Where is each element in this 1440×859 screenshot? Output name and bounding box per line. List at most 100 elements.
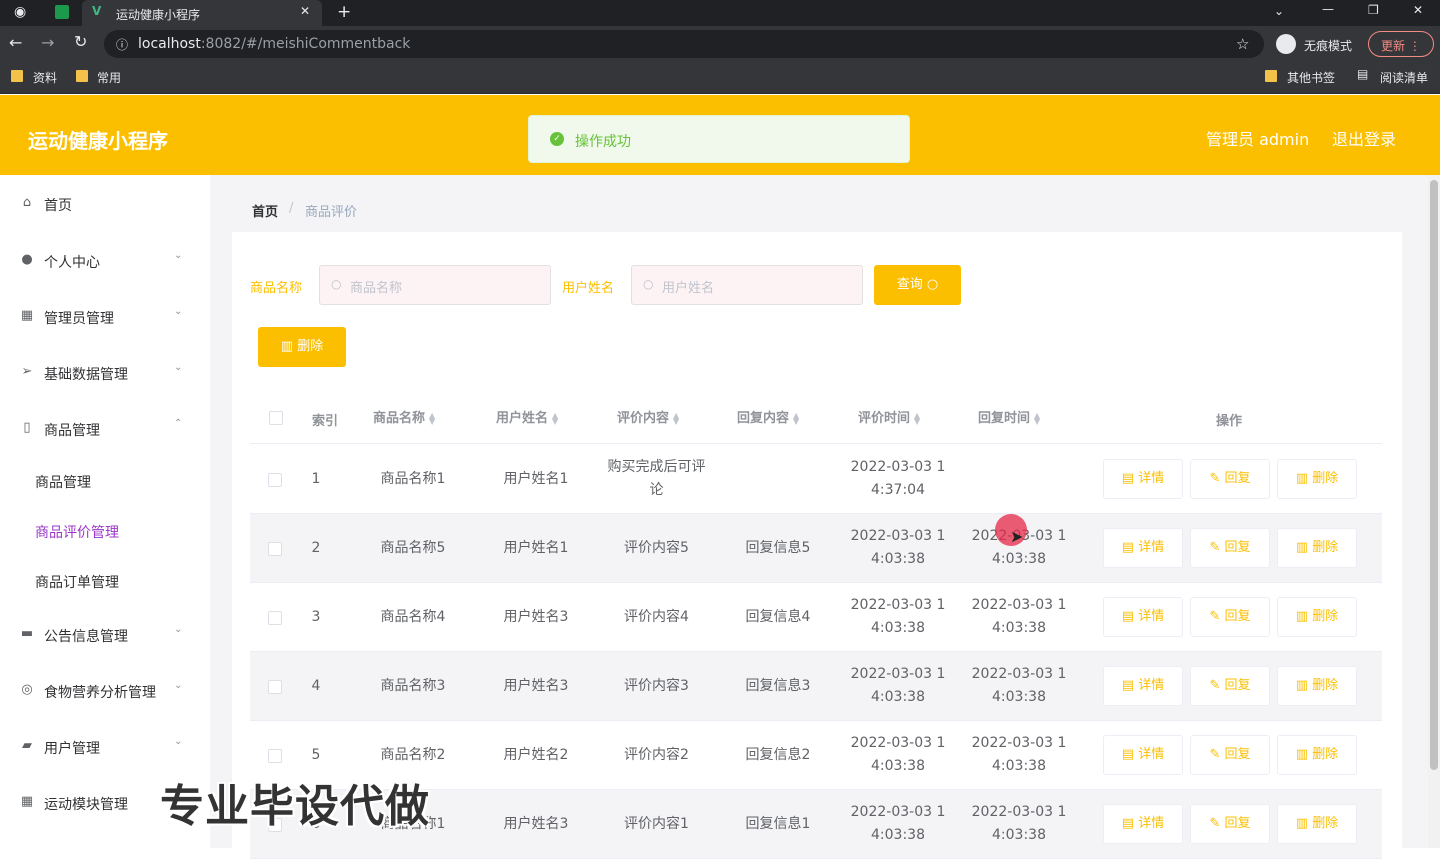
cell-comment: 评价内容2 (624, 747, 689, 763)
col-comment[interactable]: 评价内容 ▲ ▼ (617, 407, 679, 426)
sidebar-item-personal-center[interactable]: ● 个人中心 ⌄ (0, 240, 210, 280)
delete-button[interactable]: ▥ 删除 (1277, 666, 1357, 706)
reply-button-label: 回复 (1224, 816, 1251, 831)
sidebar-subitem-product-orders[interactable]: 商品订单管理 (0, 560, 210, 600)
tab-title: 运动健康小程序 (116, 8, 201, 22)
detail-button[interactable]: ▤ 详情 (1103, 804, 1183, 844)
table-row[interactable]: 1 商品名称1 用户姓名1 购买完成后可评论 2022-03-03 1 4:37:04 ▤ … (250, 445, 1382, 514)
cell-comment: 评价内容4 (624, 609, 689, 625)
cell-user-name: 用户姓名2 (503, 747, 569, 763)
trash-icon: ▥ (280, 339, 294, 354)
browser-tab[interactable]: V 运动健康小程序 ✕ (82, 0, 322, 26)
sidebar-item-basic-data[interactable]: ➢ 基础数据管理 ⌄ (0, 352, 210, 392)
bookmark-reading-list[interactable]: 阅读清单 (1380, 69, 1428, 86)
bulk-delete-button[interactable]: ▥ 删除 (258, 327, 346, 367)
tab-list-icon[interactable]: ⌄ (1274, 4, 1284, 18)
bookmark-changyong[interactable]: 常用 (97, 69, 121, 86)
sort-icon[interactable]: ▲ ▼ (429, 411, 435, 425)
table-row[interactable]: 3 商品名称4 用户姓名3 评价内容4 回复信息4 2022-03-03 1 4:03:38… (250, 583, 1382, 652)
delete-button[interactable]: ▥ 删除 (1277, 528, 1357, 568)
update-button[interactable]: 更新 ⋮ (1368, 31, 1434, 57)
reply-button[interactable]: ✎ 回复 (1190, 528, 1270, 568)
detail-button[interactable]: ▤ 详情 (1103, 528, 1183, 568)
extension-icon[interactable] (55, 5, 69, 19)
breadcrumb-home[interactable]: 首页 (252, 201, 278, 220)
row-checkbox[interactable] (268, 473, 282, 487)
table-row[interactable]: 4 商品名称3 用户姓名3 评价内容3 回复信息3 2022-03-03 1 4:03:38… (250, 652, 1382, 721)
delete-button[interactable]: ▥ 删除 (1277, 459, 1357, 499)
col-user-name[interactable]: 用户姓名 ▲ ▼ (496, 407, 558, 426)
col-reply[interactable]: 回复内容 ▲ ▼ (737, 407, 799, 426)
row-checkbox[interactable] (268, 749, 282, 763)
delete-button-label: 删除 (1312, 747, 1339, 762)
delete-button[interactable]: ▥ 删除 (1277, 804, 1357, 844)
star-icon[interactable]: ☆ (1236, 35, 1249, 53)
col-label: 评价内容 (617, 411, 670, 426)
reply-button[interactable]: ✎ 回复 (1190, 459, 1270, 499)
row-checkbox[interactable] (268, 680, 282, 694)
col-product-name[interactable]: 商品名称 ▲ ▼ (373, 407, 435, 426)
chrome-icon[interactable]: ◉ (14, 4, 26, 20)
logout-link[interactable]: 退出登录 (1332, 126, 1396, 150)
sidebar-item-users[interactable]: ▰ 用户管理 ⌄ (0, 726, 210, 766)
col-index: 索引 (312, 414, 339, 429)
sidebar-item-home[interactable]: ⌂ 首页 (0, 183, 210, 223)
sidebar-subitem-products[interactable]: 商品管理 (0, 460, 210, 500)
edit-icon: ✎ (1209, 471, 1225, 486)
incognito-label[interactable]: 无痕模式 (1304, 37, 1352, 54)
sort-icon[interactable]: ▲ ▼ (1034, 411, 1040, 425)
sort-icon[interactable]: ▲ ▼ (673, 411, 679, 425)
window-close-icon[interactable]: ✕ (1413, 3, 1423, 17)
row-checkbox[interactable] (268, 611, 282, 625)
reply-button[interactable]: ✎ 回复 (1190, 804, 1270, 844)
new-tab-icon[interactable]: + (337, 2, 351, 22)
sidebar-subitem-label: 商品管理 (35, 475, 91, 491)
user-name-input[interactable]: ○ 用户姓名 (631, 265, 863, 305)
sort-icon[interactable]: ▲ ▼ (552, 411, 558, 425)
grid-icon: ▦ (20, 308, 34, 323)
back-icon[interactable]: ← (9, 33, 22, 52)
url-input[interactable]: ⓘ localhost:8082/#/meishiCommentback ☆ (104, 30, 1264, 58)
table-row[interactable]: 2 商品名称5 用户姓名1 评价内容5 回复信息5 2022-03-03 1 4:03:38… (250, 514, 1382, 583)
detail-button[interactable]: ▤ 详情 (1103, 666, 1183, 706)
minimize-icon[interactable]: — (1322, 2, 1334, 16)
bookmark-ziliao[interactable]: 资料 (33, 69, 57, 86)
col-reply-time[interactable]: 回复时间 ▲ ▼ (978, 407, 1040, 426)
sort-icon[interactable]: ▲ ▼ (914, 411, 920, 425)
reply-button[interactable]: ✎ 回复 (1190, 666, 1270, 706)
sidebar-item-nutrition[interactable]: ◎ 食物营养分析管理 ⌄ (0, 670, 210, 710)
sidebar-item-label: 个人中心 (44, 255, 100, 271)
document-icon: ▤ (1121, 816, 1139, 831)
select-all-checkbox[interactable] (269, 411, 283, 425)
sidebar-item-announcements[interactable]: ▬ 公告信息管理 ⌄ (0, 614, 210, 654)
detail-button[interactable]: ▤ 详情 (1103, 459, 1183, 499)
edit-icon: ✎ (1209, 816, 1225, 831)
restore-icon[interactable]: ❐ (1368, 3, 1379, 17)
search-button[interactable]: 查询 ○ (874, 265, 961, 305)
col-comment-time[interactable]: 评价时间 ▲ ▼ (858, 407, 920, 426)
sort-icon[interactable]: ▲ ▼ (793, 411, 799, 425)
sidebar-subitem-label: 商品订单管理 (35, 575, 119, 591)
reply-button[interactable]: ✎ 回复 (1190, 735, 1270, 775)
info-icon[interactable]: ⓘ (116, 36, 128, 53)
detail-button[interactable]: ▤ 详情 (1103, 735, 1183, 775)
row-checkbox[interactable] (268, 542, 282, 556)
edit-icon: ✎ (1209, 609, 1225, 624)
reload-icon[interactable]: ↻ (74, 32, 87, 51)
tab-close-icon[interactable]: ✕ (300, 4, 310, 18)
cell-product-name: 商品名称1 (380, 471, 446, 487)
delete-button[interactable]: ▥ 删除 (1277, 597, 1357, 637)
compass-icon: ◎ (21, 682, 33, 697)
product-name-input[interactable]: ○ 商品名称 (319, 265, 551, 305)
delete-button[interactable]: ▥ 删除 (1277, 735, 1357, 775)
bookmark-other[interactable]: 其他书签 (1287, 69, 1335, 86)
cell-user-name: 用户姓名1 (503, 471, 569, 487)
sidebar-item-product-management[interactable]: ▯ 商品管理 ⌃ (0, 408, 210, 448)
sidebar-subitem-product-reviews[interactable]: 商品评价管理 (0, 510, 210, 550)
trash-icon: ▥ (1295, 816, 1313, 831)
reply-button[interactable]: ✎ 回复 (1190, 597, 1270, 637)
forward-icon[interactable]: → (41, 33, 54, 52)
sidebar-item-admin-management[interactable]: ▦ 管理员管理 ⌄ (0, 296, 210, 336)
scrollbar-thumb[interactable] (1430, 180, 1438, 770)
detail-button[interactable]: ▤ 详情 (1103, 597, 1183, 637)
